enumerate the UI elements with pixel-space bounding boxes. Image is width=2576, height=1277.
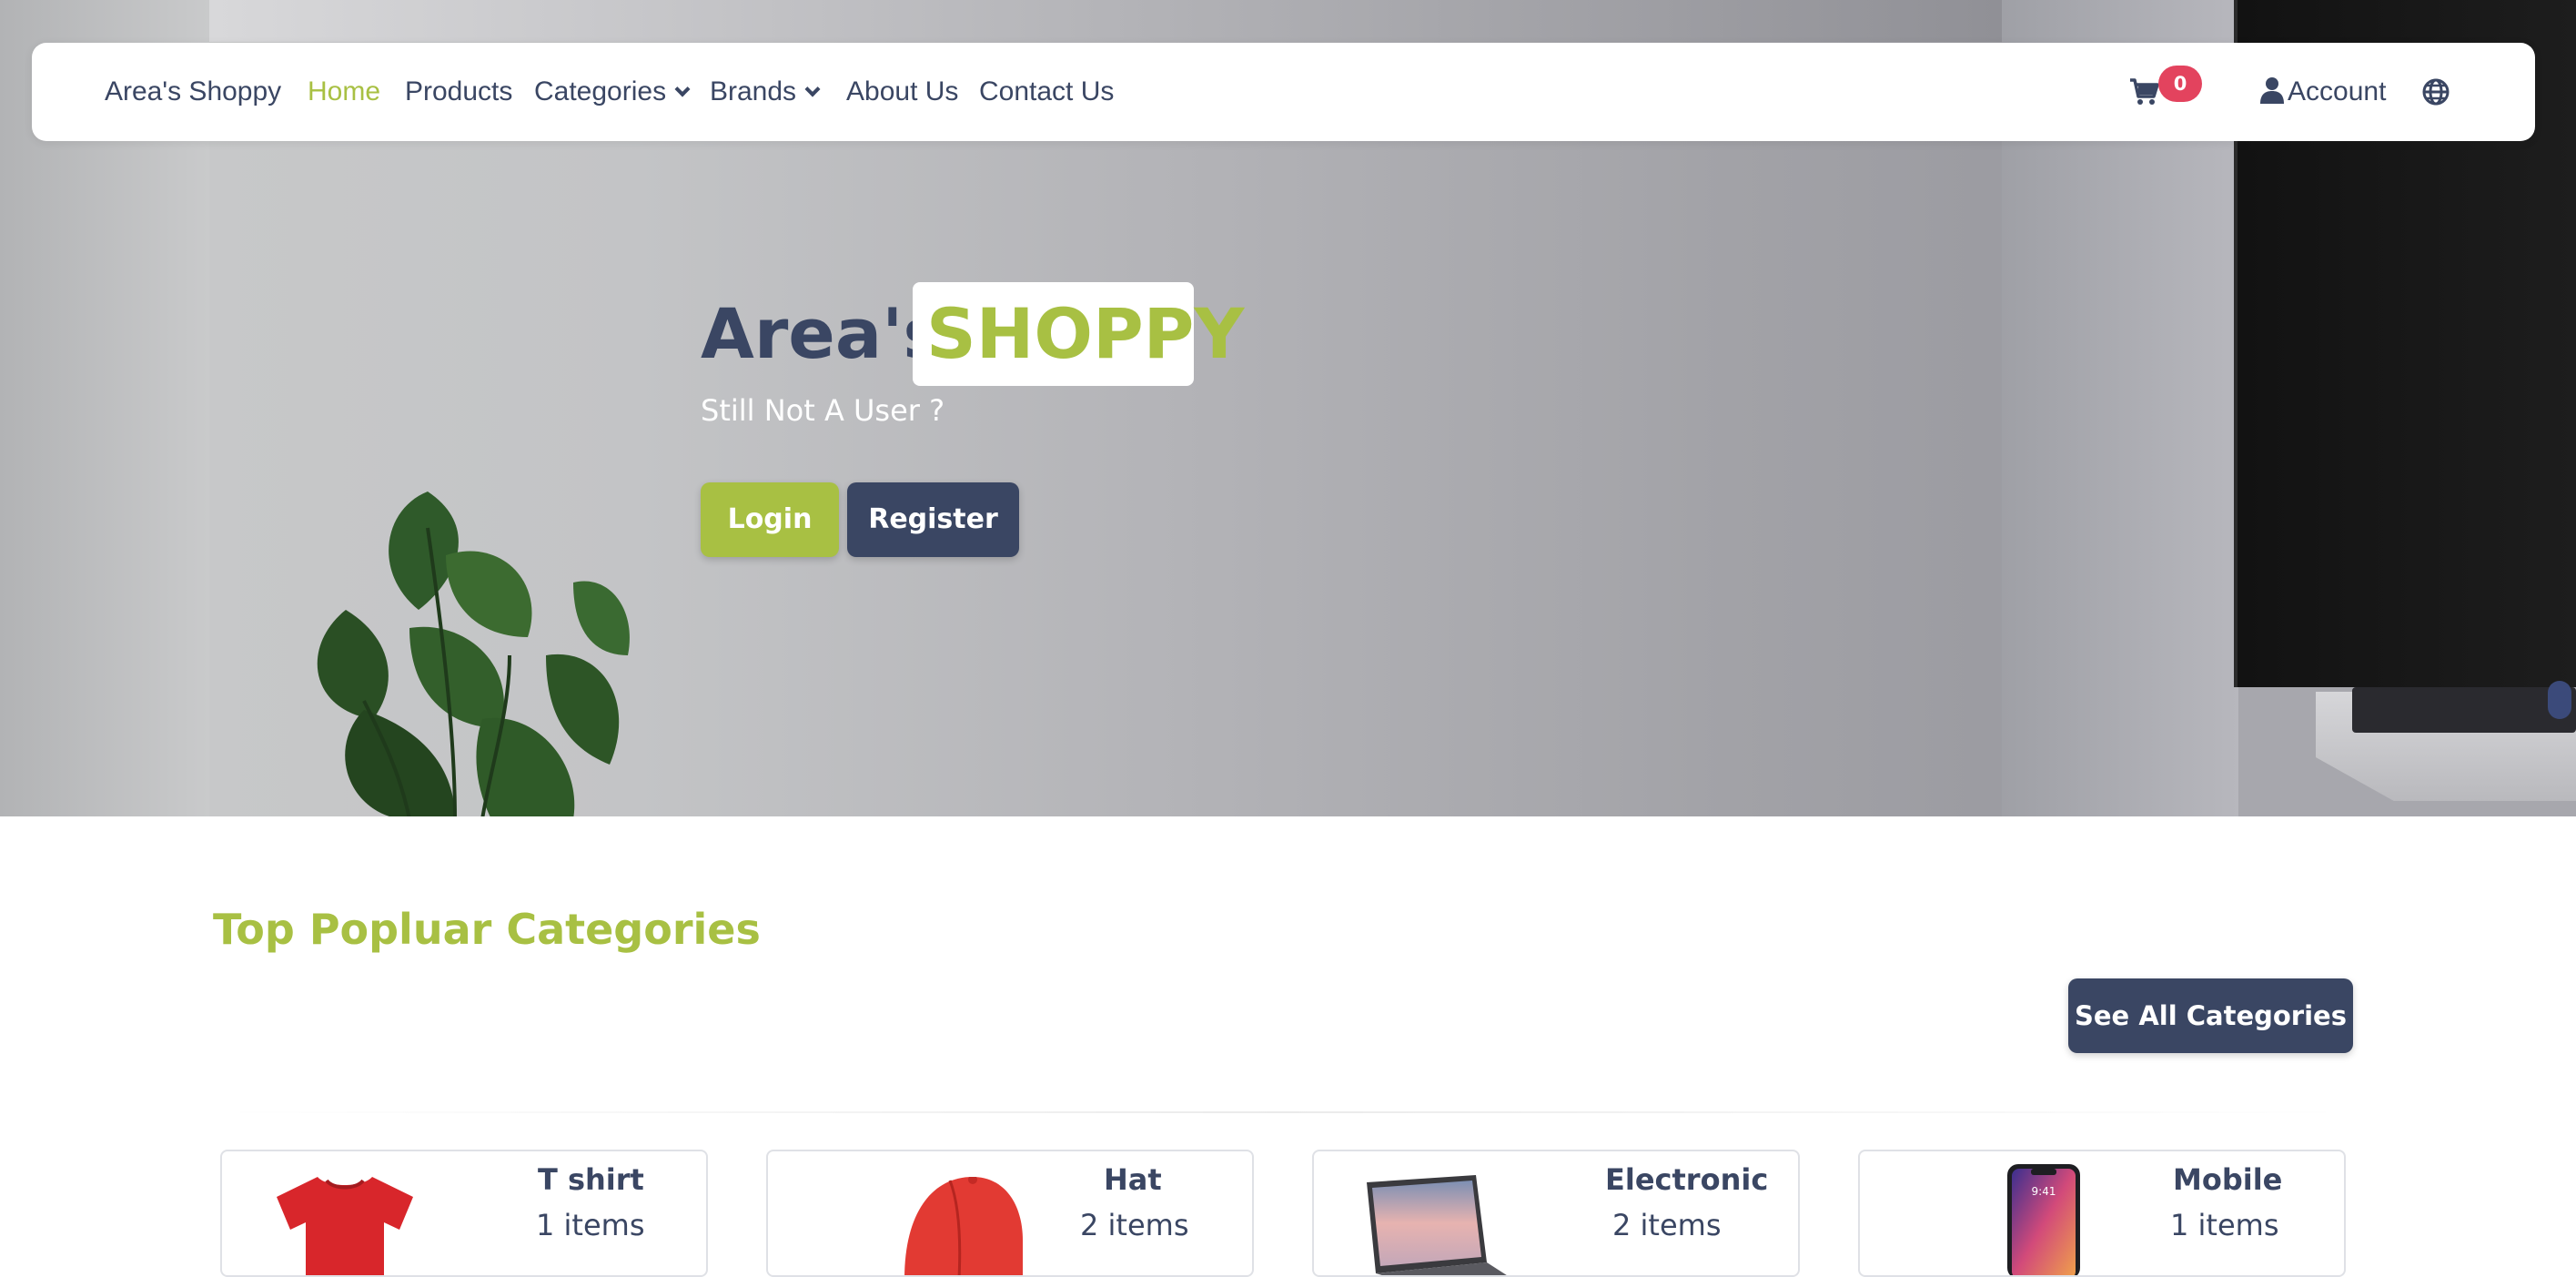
brand-link[interactable]: Area's Shoppy (105, 43, 281, 141)
plant-image (317, 492, 630, 816)
category-count: 1 items (2170, 1208, 2279, 1242)
category-card-tshirt[interactable]: T shirt 1 items (220, 1150, 708, 1277)
hero-subtitle: Still Not A User ? (701, 393, 945, 428)
category-name: Hat (1104, 1162, 1162, 1197)
nav-about-us[interactable]: About Us (846, 43, 958, 141)
svg-text:9:41: 9:41 (2032, 1185, 2056, 1198)
category-card-electronic[interactable]: Electronic 2 items (1312, 1150, 1800, 1277)
hero-title-accent: SHOPPY (926, 293, 1245, 374)
hat-image (904, 1177, 1023, 1275)
cart-count-badge: 0 (2158, 66, 2202, 102)
globe-icon (2422, 78, 2450, 106)
nav-home[interactable]: Home (308, 43, 380, 141)
nav-categories[interactable]: Categories (534, 43, 691, 141)
category-name: Mobile (2173, 1162, 2283, 1197)
nav-brands-label: Brands (710, 76, 797, 106)
see-all-categories-button[interactable]: See All Categories (2068, 978, 2353, 1053)
tshirt-image (277, 1177, 413, 1275)
nav-brands[interactable]: Brands (710, 43, 821, 141)
register-button[interactable]: Register (847, 482, 1019, 557)
hero-title: Area's SHOPPY (701, 282, 1244, 386)
category-card-hat[interactable]: Hat 2 items (766, 1150, 1254, 1277)
account-label: Account (2288, 76, 2387, 106)
category-count: 1 items (536, 1208, 645, 1242)
category-name: T shirt (538, 1162, 644, 1197)
nav-contact-us[interactable]: Contact Us (979, 43, 1114, 141)
phone-image: 9:41 (2007, 1164, 2080, 1275)
user-icon (2260, 77, 2284, 104)
language-button[interactable] (2422, 43, 2450, 141)
hero-speaker (2548, 681, 2571, 719)
category-name: Electronic (1605, 1162, 1769, 1197)
account-button[interactable]: Account (2260, 43, 2386, 141)
category-count: 2 items (1080, 1208, 1189, 1242)
chevron-down-icon (674, 81, 691, 97)
section-divider (213, 1111, 2353, 1113)
category-card-mobile[interactable]: 9:41 Mobile 1 items (1858, 1150, 2346, 1277)
hero-soundbar (2352, 687, 2576, 733)
hero-title-main: Area's (701, 293, 945, 374)
categories-section-title: Top Popluar Categories (213, 905, 761, 954)
cart-icon (2130, 78, 2159, 105)
category-count: 2 items (1612, 1208, 1722, 1242)
laptop-image (1367, 1175, 1507, 1275)
login-button[interactable]: Login (701, 482, 839, 557)
nav-categories-label: Categories (534, 76, 667, 106)
hero-ceiling (209, 0, 2029, 42)
chevron-down-icon (804, 81, 821, 97)
nav-products[interactable]: Products (405, 43, 512, 141)
